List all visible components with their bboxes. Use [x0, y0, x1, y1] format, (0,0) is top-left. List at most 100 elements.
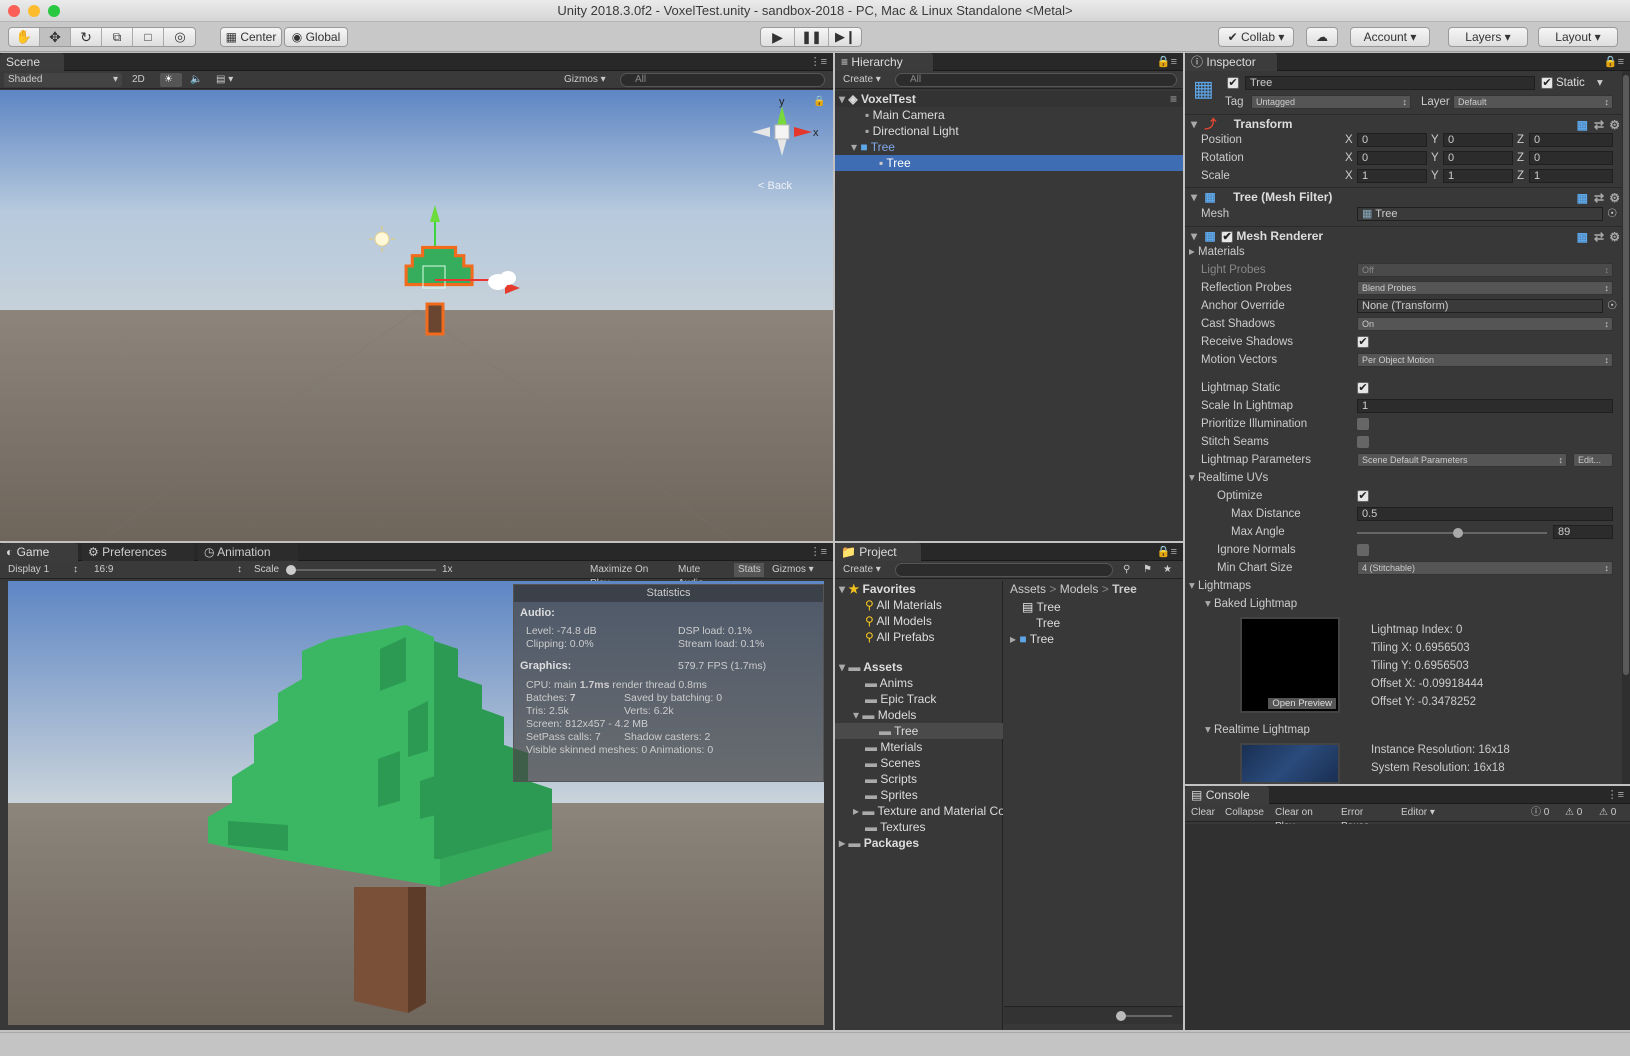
zoom-window-button[interactable]: [48, 5, 60, 17]
edit-button[interactable]: Edit...: [1573, 453, 1613, 467]
list-item[interactable]: ▸ ■ Tree: [1004, 631, 1183, 647]
console-collapse-button[interactable]: Collapse: [1221, 806, 1269, 820]
rotate-icon[interactable]: ↻: [71, 28, 102, 46]
position-y-field[interactable]: 0: [1443, 133, 1513, 147]
hand-icon[interactable]: ✋: [9, 28, 40, 46]
gear-icon[interactable]: ⚙: [1609, 228, 1620, 246]
max-angle-slider[interactable]: [1357, 528, 1547, 538]
project-create-dropdown[interactable]: Create ▾: [839, 563, 887, 577]
lightmaps-row[interactable]: ▾ Lightmaps: [1189, 579, 1251, 593]
mesh-field[interactable]: ▦ Tree: [1357, 207, 1603, 221]
layout-dropdown[interactable]: Layout ▾: [1538, 27, 1618, 47]
breadcrumb-item[interactable]: Assets: [1010, 582, 1046, 596]
expand-arrow-icon[interactable]: ▾: [839, 660, 845, 674]
mute-audio-toggle[interactable]: Mute Audio: [674, 563, 732, 589]
draw-mode-dropdown[interactable]: Shaded ▾: [4, 73, 122, 87]
search-by-type-icon[interactable]: ⚲: [1119, 563, 1134, 577]
account-dropdown[interactable]: Account ▾: [1350, 27, 1430, 47]
list-item[interactable]: ▬ Textures: [835, 819, 1003, 835]
pivot-toggle[interactable]: ▦ Center: [220, 27, 282, 47]
mesh-renderer-enabled-checkbox[interactable]: ✔: [1221, 230, 1234, 243]
effects-dropdown-icon[interactable]: ▤ ▾: [212, 73, 248, 87]
tab-game[interactable]: ◐ Game: [0, 543, 78, 561]
min-chart-size-dropdown[interactable]: 4 (Stitchable) ↕: [1357, 561, 1613, 575]
lightmap-parameters-dropdown[interactable]: Scene Default Parameters ↕: [1357, 453, 1567, 467]
static-dropdown-icon[interactable]: ▾: [1597, 76, 1603, 90]
expand-arrow-icon[interactable]: ▾: [1205, 724, 1211, 736]
list-item[interactable]: ▤ Tree: [1004, 599, 1183, 615]
cast-shadows-dropdown[interactable]: On ↕: [1357, 317, 1613, 331]
list-item[interactable]: ▪ Directional Light: [835, 123, 1183, 139]
game-viewport[interactable]: Statistics Audio: Level: -74.8 dB DSP lo…: [8, 581, 824, 1025]
realtime-lightmap-row[interactable]: ▾ Realtime Lightmap: [1205, 723, 1310, 737]
preset-icon[interactable]: ⇄: [1594, 189, 1604, 207]
lighting-toggle-icon[interactable]: ☀: [160, 73, 182, 87]
max-angle-field[interactable]: 89: [1553, 525, 1613, 539]
ignore-normals-checkbox[interactable]: [1357, 544, 1369, 556]
aspect-dropdown[interactable]: 16:9 ↕: [90, 563, 246, 577]
scale-z-field[interactable]: 1: [1529, 169, 1613, 183]
tab-hierarchy[interactable]: ≡ Hierarchy: [835, 53, 933, 71]
scene-root-row[interactable]: ▾ ◈ VoxelTest ≡: [835, 91, 1183, 107]
console-info-count[interactable]: ⓘ 0: [1527, 806, 1559, 820]
mode-2d-toggle[interactable]: 2D: [128, 73, 154, 87]
layers-dropdown[interactable]: Layers ▾: [1448, 27, 1528, 47]
tab-scene[interactable]: Scene: [0, 53, 64, 71]
panel-menu-icon[interactable]: 🔒≡: [1604, 55, 1624, 68]
receive-shadows-checkbox[interactable]: ✔: [1357, 336, 1369, 348]
layer-dropdown[interactable]: Default ↕: [1453, 95, 1613, 109]
list-item[interactable]: ▾ ▬ Models: [835, 707, 1003, 723]
motion-vectors-dropdown[interactable]: Per Object Motion ↕: [1357, 353, 1613, 367]
list-item[interactable]: ⚲ All Materials: [835, 597, 1003, 613]
object-name-field[interactable]: Tree: [1245, 76, 1535, 90]
tab-project[interactable]: 📁 Project: [835, 543, 921, 561]
scale-slider[interactable]: [286, 565, 436, 575]
panel-menu-icon[interactable]: 🔒≡: [1157, 55, 1177, 68]
maximize-on-play-toggle[interactable]: Maximize On Play: [586, 563, 672, 589]
move-icon[interactable]: ✥: [40, 28, 71, 46]
expand-arrow-icon[interactable]: ▾: [839, 582, 845, 596]
hierarchy-create-dropdown[interactable]: Create ▾: [839, 73, 887, 87]
hierarchy-search-input[interactable]: All: [895, 73, 1177, 87]
console-error-pause-button[interactable]: Error Pause: [1337, 806, 1395, 832]
gear-icon[interactable]: ⚙: [1609, 116, 1620, 134]
optimize-checkbox[interactable]: ✔: [1357, 490, 1369, 502]
static-checkbox[interactable]: ✔: [1541, 77, 1553, 89]
position-z-field[interactable]: 0: [1529, 133, 1613, 147]
rotation-y-field[interactable]: 0: [1443, 151, 1513, 165]
light-probes-dropdown[interactable]: Off ↕: [1357, 263, 1613, 277]
expand-arrow-icon[interactable]: ▾: [1189, 580, 1195, 592]
assets-row[interactable]: ▾ ▬ Assets: [835, 659, 1003, 675]
collab-dropdown[interactable]: ✔ Collab ▾: [1218, 27, 1294, 47]
preset-icon[interactable]: ⇄: [1594, 116, 1604, 134]
tab-animation[interactable]: ◷ Animation: [198, 543, 298, 561]
expand-arrow-icon[interactable]: ▾: [1191, 229, 1197, 243]
tab-preferences[interactable]: ⚙ Preferences: [82, 543, 194, 561]
tag-dropdown[interactable]: Untagged ↕: [1251, 95, 1411, 109]
max-distance-field[interactable]: 0.5: [1357, 507, 1613, 521]
close-window-button[interactable]: [8, 5, 20, 17]
game-gizmos-dropdown[interactable]: Gizmos ▾: [768, 563, 828, 577]
list-item[interactable]: Tree: [1004, 615, 1183, 631]
display-dropdown[interactable]: Display 1 ↕: [4, 563, 82, 577]
transform-icon[interactable]: ◎: [164, 28, 196, 46]
list-item[interactable]: ▾ ■ Tree: [835, 139, 1183, 155]
mesh-filter-header[interactable]: ▾ ▦ Tree (Mesh Filter) ▦ ⇄ ⚙: [1185, 187, 1622, 205]
object-picker-icon[interactable]: ☉: [1607, 207, 1617, 221]
expand-arrow-icon[interactable]: ▾: [1191, 117, 1197, 131]
panel-menu-icon[interactable]: 🔒≡: [1157, 545, 1177, 558]
mesh-renderer-header[interactable]: ▾ ▦ ✔ Mesh Renderer ▦ ⇄ ⚙: [1185, 226, 1622, 244]
active-checkbox[interactable]: ✔: [1227, 77, 1239, 89]
breadcrumb-item[interactable]: Tree: [1112, 582, 1137, 596]
object-picker-icon[interactable]: ☉: [1607, 299, 1617, 313]
gizmo-lock-icon[interactable]: 🔒: [813, 96, 825, 107]
console-log-area[interactable]: [1185, 824, 1630, 1030]
console-warning-count[interactable]: ⚠ 0: [1561, 806, 1593, 820]
expand-arrow-icon[interactable]: ▾: [1189, 472, 1195, 484]
scale-in-lightmap-field[interactable]: 1: [1357, 399, 1613, 413]
prioritize-illumination-checkbox[interactable]: [1357, 418, 1369, 430]
expand-arrow-icon[interactable]: ▾: [1191, 190, 1197, 204]
list-item[interactable]: ⚲ All Models: [835, 613, 1003, 629]
rotation-z-field[interactable]: 0: [1529, 151, 1613, 165]
stitch-seams-checkbox[interactable]: [1357, 436, 1369, 448]
